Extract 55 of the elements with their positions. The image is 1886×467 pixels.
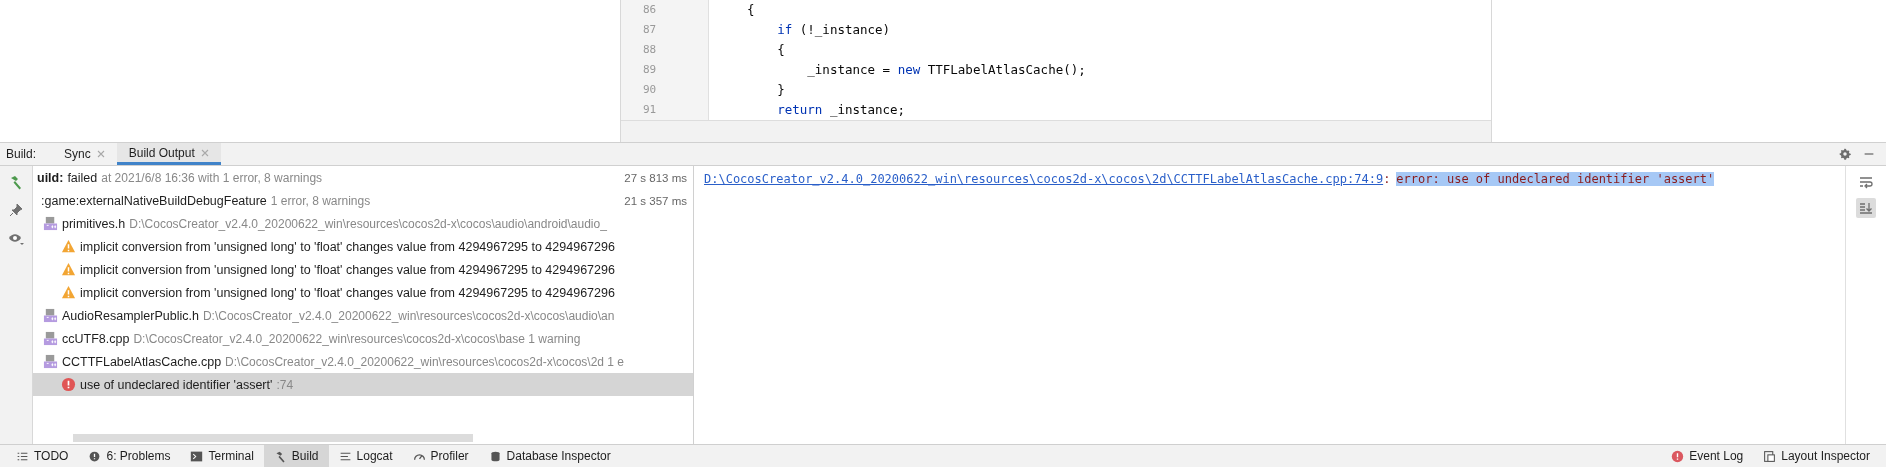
tree-row[interactable]: uild: failed at 2021/6/8 16:36 with 1 error, 8 warnings 27 s 813 ms <box>33 166 693 189</box>
code-line: return _instance; <box>776 101 906 119</box>
warning-icon <box>61 262 76 277</box>
cpp-file-icon <box>43 331 58 346</box>
warning-icon <box>61 239 76 254</box>
separator-text: : <box>1383 172 1391 186</box>
layout-icon <box>1763 449 1777 463</box>
tree-row[interactable]: use of undeclared identifier 'assert' :74 <box>33 373 693 396</box>
terminal-icon <box>190 449 204 463</box>
tree-row[interactable]: AudioResamplerPublic.h D:\CocosCreator_v2.4.0_20200622_win\resources\cocos2d-x\cocos\audio\an <box>33 304 693 327</box>
tree-row[interactable]: primitives.h D:\CocosCreator_v2.4.0_20200622_win\resources\cocos2d-x\cocos\audio\android\audio_ <box>33 212 693 235</box>
line-number: 87 <box>643 22 657 38</box>
settings-icon[interactable] <box>1838 147 1852 161</box>
line-number: 86 <box>643 2 657 18</box>
problems-icon <box>88 449 102 463</box>
cpp-file-icon <box>43 354 58 369</box>
error-message: error: use of undeclared identifier 'assert' <box>1396 172 1715 186</box>
tool-window-tab[interactable]: Database Inspector <box>478 445 621 467</box>
code-line: if (!_instance) <box>776 21 891 39</box>
alert-icon <box>1671 449 1685 463</box>
scroll-to-end-icon[interactable] <box>1856 198 1876 218</box>
code-line: } <box>776 81 785 99</box>
tree-row[interactable]: implicit conversion from 'unsigned long' to 'float' changes value from 4294967295 to 4294967296 <box>33 235 693 258</box>
tool-window-tab[interactable]: 6: Problems <box>78 445 181 467</box>
error-icon <box>61 377 76 392</box>
tool-window-tab[interactable]: Event Log <box>1661 445 1754 467</box>
tree-row[interactable]: implicit conversion from 'unsigned long' to 'float' changes value from 4294967295 to 4294967296 <box>33 281 693 304</box>
warning-icon <box>61 285 76 300</box>
close-icon[interactable] <box>200 148 209 157</box>
database-icon <box>488 449 502 463</box>
line-number: 89 <box>643 62 657 78</box>
file-link[interactable]: D:\CocosCreator_v2.4.0_20200622_win\resources\cocos2d-x\cocos\2d\CCTTFLabelAtlasCache.cpp:74:9 <box>704 172 1384 186</box>
tool-window-tab[interactable]: Build <box>263 445 329 467</box>
cpp-file-icon <box>43 308 58 323</box>
panel-label: Build: <box>6 147 37 161</box>
tree-row[interactable]: :game:externalNativeBuildDebugFeature 1 error, 8 warnings 21 s 357 ms <box>33 189 693 212</box>
code-line: { <box>746 1 755 19</box>
line-number: 90 <box>643 82 657 98</box>
tree-row[interactable]: ccUTF8.cpp D:\CocosCreator_v2.4.0_20200622_win\resources\cocos2d-x\cocos\base 1 warning <box>33 327 693 350</box>
line-number: 91 <box>643 102 657 118</box>
tab[interactable]: Build Output <box>116 143 221 165</box>
tool-window-tab[interactable]: Profiler <box>402 445 479 467</box>
line-number: 88 <box>643 42 657 58</box>
code-line: { <box>776 41 785 59</box>
tab[interactable]: Sync <box>52 143 117 165</box>
close-icon[interactable] <box>96 150 105 158</box>
tool-window-tab[interactable]: Terminal <box>180 445 264 467</box>
code-line: _instance = new TTFLabelAtlasCache(); <box>806 61 1086 79</box>
tool-window-tab[interactable]: TODO <box>6 445 79 467</box>
scrollbar[interactable] <box>73 434 473 442</box>
tree-row[interactable]: implicit conversion from 'unsigned long' to 'float' changes value from 4294967295 to 4294967296 <box>33 258 693 281</box>
tool-window-tab[interactable]: Logcat <box>328 445 403 467</box>
tree-row[interactable]: CCTTFLabelAtlasCache.cpp D:\CocosCreator_v2.4.0_20200622_win\resources\cocos2d-x\cocos\2d 1 e <box>33 350 693 373</box>
tool-window-tab[interactable]: Layout Inspector <box>1753 445 1880 467</box>
cpp-file-icon <box>43 216 58 231</box>
